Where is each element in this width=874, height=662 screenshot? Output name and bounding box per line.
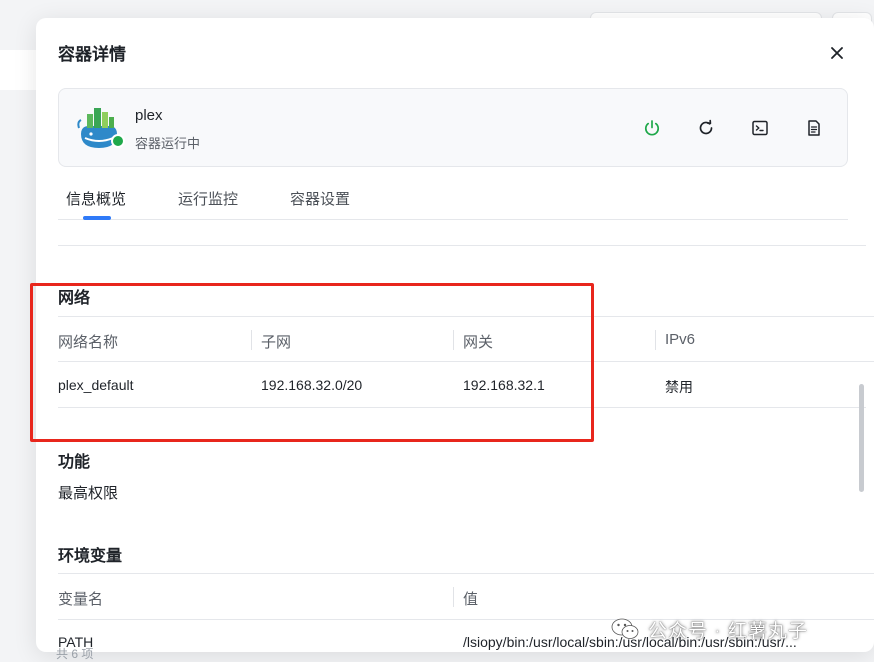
- container-summary-card: plex 容器运行中: [58, 88, 848, 167]
- wechat-watermark: 公众号 · 红薯丸子: [610, 612, 808, 646]
- env-table-top-border: [58, 573, 874, 574]
- restart-button[interactable]: [695, 117, 717, 139]
- watermark-text: 公众号 · 红薯丸子: [648, 620, 808, 642]
- vertical-scrollbar[interactable]: [859, 384, 864, 492]
- section-divider: [58, 245, 866, 246]
- network-cell-gateway: 192.168.32.1: [463, 377, 545, 393]
- background-panel: [0, 50, 36, 90]
- capabilities-value: 最高权限: [58, 485, 119, 502]
- container-status: 容器运行中: [135, 136, 201, 151]
- dialog-title: 容器详情: [58, 45, 126, 64]
- container-details-dialog: 容器详情 plex 容器运行中 信息概览 运行监控 容器设置 网络 网络名称 子…: [36, 18, 874, 652]
- network-col-name: 网络名称: [58, 334, 119, 351]
- env-col-value: 值: [463, 591, 479, 608]
- column-separator: [453, 587, 454, 607]
- column-separator: [251, 330, 252, 350]
- close-icon: [831, 47, 843, 59]
- column-separator: [655, 330, 656, 350]
- capabilities-section-title: 功能: [58, 454, 91, 471]
- wechat-icon: [611, 618, 639, 639]
- active-tab-indicator: [83, 216, 111, 220]
- tab-monitoring[interactable]: 运行监控: [178, 188, 238, 209]
- env-col-name: 变量名: [58, 591, 104, 608]
- network-section-title: 网络: [58, 290, 91, 307]
- container-name: plex: [135, 107, 163, 124]
- tab-overview[interactable]: 信息概览: [66, 188, 126, 209]
- footer-item-count: 共 6 项: [56, 647, 94, 661]
- column-separator: [453, 330, 454, 350]
- logs-button[interactable]: [803, 117, 825, 139]
- terminal-button[interactable]: [749, 117, 771, 139]
- network-col-subnet: 子网: [261, 334, 292, 351]
- network-cell-ipv6: 禁用: [665, 379, 693, 395]
- network-col-ipv6: IPv6: [665, 331, 696, 348]
- power-icon: [644, 120, 660, 136]
- terminal-icon: [752, 120, 768, 136]
- detail-tabs: 信息概览 运行监控 容器设置: [58, 178, 848, 220]
- network-table-top-border: [58, 316, 874, 317]
- network-row-border: [58, 407, 866, 408]
- log-file-icon: [808, 120, 820, 136]
- network-header-border: [58, 361, 874, 362]
- power-button[interactable]: [641, 117, 663, 139]
- close-button[interactable]: [826, 42, 848, 64]
- tab-settings[interactable]: 容器设置: [290, 188, 350, 209]
- running-status-dot: [111, 134, 125, 148]
- network-cell-subnet: 192.168.32.0/20: [261, 377, 363, 393]
- restart-icon: [699, 119, 713, 135]
- network-cell-name: plex_default: [58, 377, 134, 393]
- env-section-title: 环境变量: [58, 548, 123, 565]
- network-col-gateway: 网关: [463, 334, 494, 351]
